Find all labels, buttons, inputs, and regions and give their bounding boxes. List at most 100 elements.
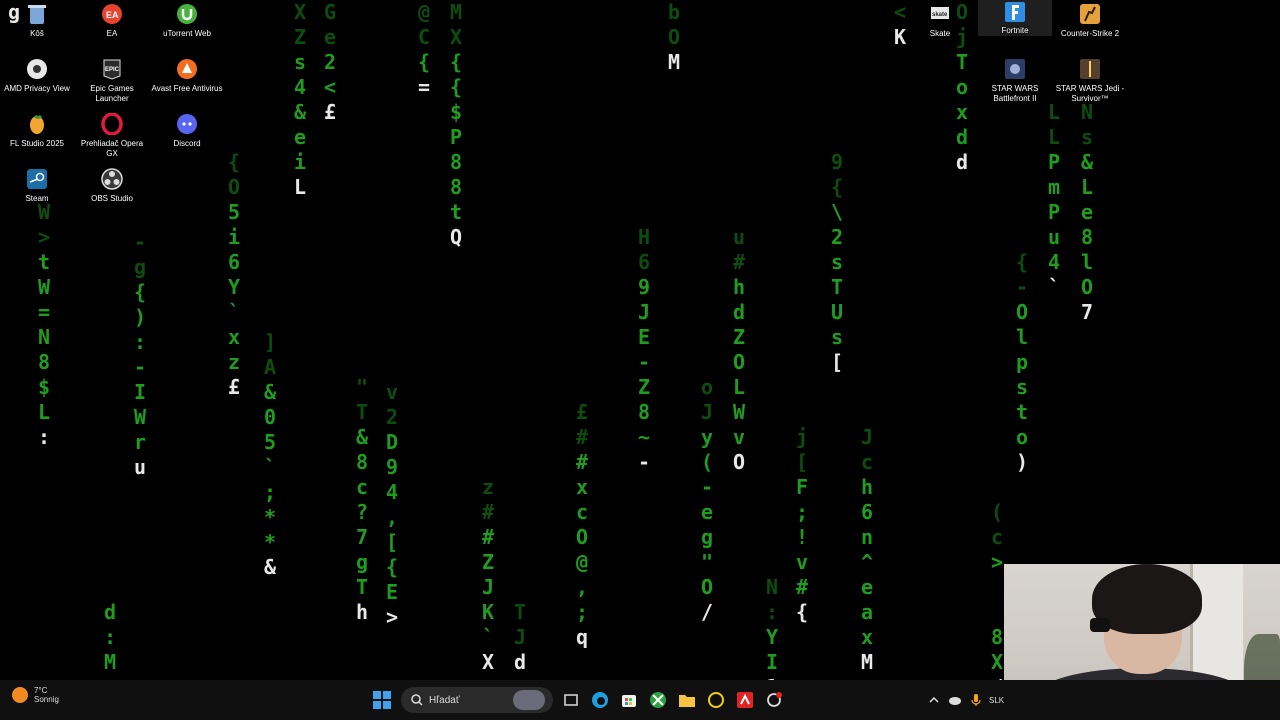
- desktop-icon-fortnite[interactable]: Fortnite: [978, 0, 1052, 36]
- obs-icon: [100, 167, 124, 191]
- matrix-char: #: [481, 500, 495, 524]
- matrix-char: G: [323, 0, 337, 24]
- matrix-char: *: [263, 530, 277, 554]
- store-icon: [622, 695, 636, 707]
- matrix-char: T: [830, 275, 844, 299]
- taskbar-norton[interactable]: [702, 686, 730, 714]
- matrix-char: h: [355, 600, 369, 624]
- matrix-char: ": [355, 375, 369, 399]
- microphone-icon: [971, 694, 981, 706]
- desktop-icon-star-wars-battlefront-2[interactable]: STAR WARS Battlefront II: [978, 57, 1052, 104]
- desktop-icon-recycle-bin[interactable]: Kôš: [0, 2, 74, 39]
- desktop-icon-utorrent[interactable]: uTorrent Web: [150, 2, 224, 39]
- matrix-char: 9: [385, 455, 399, 479]
- matrix-char: #: [795, 575, 809, 599]
- desktop-icon-label: FL Studio 2025: [10, 139, 64, 148]
- desktop-icon-star-wars-jedi-survivor[interactable]: STAR WARS Jedi - Survivor™: [1053, 57, 1127, 104]
- matrix-char: l: [1015, 325, 1029, 349]
- language-indicator[interactable]: SLK: [989, 696, 1004, 705]
- taskbar-store[interactable]: [615, 686, 643, 714]
- start-button[interactable]: [368, 686, 396, 714]
- tray-overflow-button[interactable]: [926, 692, 942, 708]
- matrix-char: L: [732, 375, 746, 399]
- taskbar-file-explorer[interactable]: [673, 686, 701, 714]
- matrix-char: s: [830, 325, 844, 349]
- matrix-column: bOM: [662, 0, 686, 75]
- svg-text:EPIC: EPIC: [105, 67, 120, 73]
- matrix-char: O: [227, 175, 241, 199]
- matrix-char: O: [575, 525, 589, 549]
- desktop-icon-avast[interactable]: Avast Free Antivirus: [150, 57, 224, 94]
- matrix-char: ?: [355, 500, 369, 524]
- matrix-char: u: [1047, 225, 1061, 249]
- task-view-button[interactable]: [557, 686, 585, 714]
- desktop-icon-amd-privacy-view[interactable]: AMD Privacy View: [0, 57, 74, 94]
- weather-widget[interactable]: 7°C Sonnig: [12, 686, 59, 704]
- matrix-char: ;: [263, 480, 277, 504]
- matrix-char: z: [481, 475, 495, 499]
- matrix-char: P: [1047, 150, 1061, 174]
- matrix-char: &: [263, 555, 277, 579]
- matrix-char: `: [1047, 275, 1061, 299]
- taskbar-chatgpt[interactable]: [760, 686, 788, 714]
- matrix-char: O: [732, 350, 746, 374]
- matrix-char: x: [227, 325, 241, 349]
- matrix-column: N:YI1: [760, 575, 784, 680]
- matrix-char: £: [323, 100, 337, 124]
- desktop-icon-counter-strike-2[interactable]: Counter-Strike 2: [1053, 2, 1127, 39]
- desktop-icon-skate[interactable]: skate Skate: [903, 2, 977, 39]
- matrix-char: t: [449, 200, 463, 224]
- desktop-icon-epic-games[interactable]: EPIC Epic Games Launcher: [75, 57, 149, 104]
- matrix-column: 9{\ 2 s T Us[: [825, 150, 849, 375]
- search-box[interactable]: Hľadať: [401, 687, 553, 713]
- matrix-char: 8: [37, 350, 51, 374]
- desktop-icon-label: Avast Free Antivirus: [151, 84, 223, 93]
- tray-microphone[interactable]: [968, 692, 984, 708]
- matrix-column: d:M: [98, 550, 122, 680]
- matrix-char: [98, 550, 122, 575]
- matrix-char: v: [732, 425, 746, 449]
- matrix-char: >: [385, 605, 399, 629]
- matrix-char: d: [513, 650, 527, 674]
- tray-onedrive[interactable]: [947, 692, 963, 708]
- taskbar-center: Hľadať: [368, 686, 789, 714]
- taskbar-edge[interactable]: [586, 686, 614, 714]
- matrix-char: y: [700, 425, 714, 449]
- matrix-char: Q: [449, 225, 463, 249]
- matrix-char: W: [37, 275, 51, 299]
- desktop-icon-steam[interactable]: Steam: [0, 167, 74, 204]
- matrix-char: (: [700, 450, 714, 474]
- matrix-column: " T & 8 c? 7 g Th: [350, 375, 374, 625]
- matrix-char: {: [133, 280, 147, 304]
- matrix-char: c: [355, 475, 369, 499]
- matrix-char: Z: [293, 25, 307, 49]
- matrix-char: o: [700, 375, 714, 399]
- matrix-char: M: [449, 0, 463, 24]
- taskbar-app-red[interactable]: [731, 686, 759, 714]
- desktop-icon-obs-studio[interactable]: OBS Studio: [75, 167, 149, 204]
- matrix-char: 2: [385, 405, 399, 429]
- matrix-char: X: [449, 25, 463, 49]
- matrix-char: N: [765, 575, 779, 599]
- matrix-column: L L Pm Pu 4 `: [1042, 100, 1066, 300]
- desktop-icon-fl-studio[interactable]: FL Studio 2025: [0, 112, 74, 149]
- matrix-char: 5: [227, 200, 241, 224]
- matrix-char: /: [700, 600, 714, 624]
- matrix-char: W: [732, 400, 746, 424]
- counter-strike-icon: [1078, 2, 1102, 26]
- matrix-char: 9: [637, 275, 651, 299]
- taskbar-xbox[interactable]: [644, 686, 672, 714]
- matrix-char: v: [795, 550, 809, 574]
- matrix-char: z: [227, 350, 241, 374]
- matrix-char: e: [293, 125, 307, 149]
- desktop-icon-opera-gx[interactable]: Prehliadač Opera GX: [75, 112, 149, 159]
- matrix-char: 4: [293, 75, 307, 99]
- matrix-column: £ # # x c O @,; q: [570, 400, 594, 650]
- desktop-icon-ea[interactable]: EA EA: [75, 2, 149, 39]
- matrix-char: [98, 575, 122, 600]
- matrix-char: ~: [637, 425, 651, 449]
- taskbar: 7°C Sonnig Hľadať SLK: [0, 680, 1280, 720]
- matrix-char: >: [37, 225, 51, 249]
- desktop-icon-label: AMD Privacy View: [4, 84, 70, 93]
- desktop-icon-discord[interactable]: Discord: [150, 112, 224, 149]
